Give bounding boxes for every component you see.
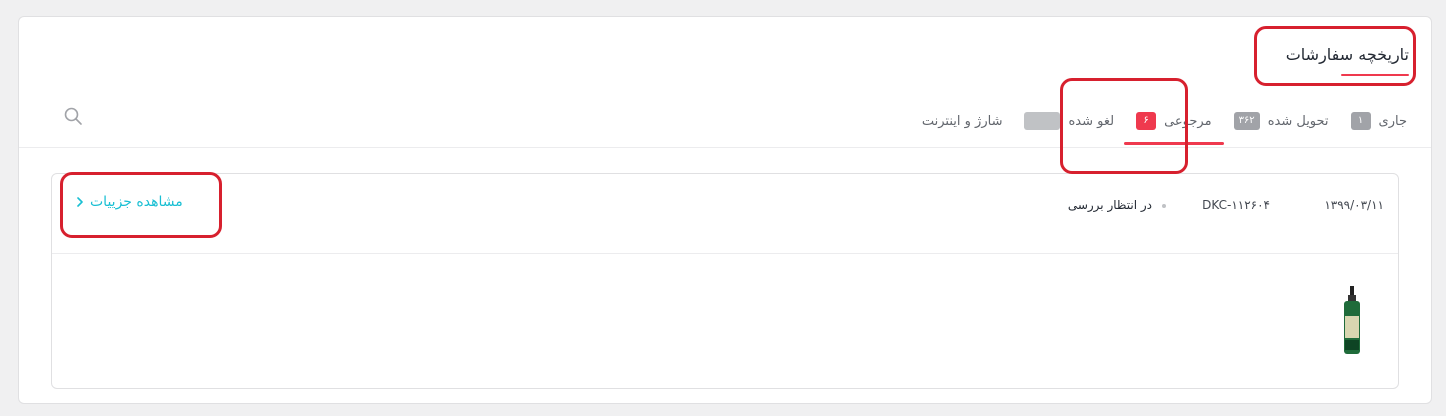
tab-delivered-count-badge: ۳۶۲	[1233, 112, 1260, 130]
tab-returned-count-badge: ۶	[1136, 112, 1157, 130]
order-code: DKC-۱۱۲۶۰۴	[1202, 198, 1270, 212]
tab-charge-internet[interactable]: شارژ و اینترنت	[922, 114, 1003, 129]
title-underline	[1341, 74, 1409, 76]
tab-delivered[interactable]: تحویل شده ۳۶۲	[1233, 112, 1329, 130]
product-bottle-image[interactable]	[1340, 286, 1364, 356]
active-tab-indicator	[1124, 142, 1224, 145]
order-date: ۱۳۹۹/۰۳/۱۱	[1324, 198, 1384, 212]
tab-canceled-label: لغو شده	[1068, 113, 1115, 129]
order-status-tabs: جاری ۱ تحویل شده ۳۶۲ مرجوعی ۶ لغو شده شا…	[922, 101, 1407, 145]
tab-current-label: جاری	[1378, 113, 1407, 129]
tabs-divider	[19, 147, 1431, 148]
chevron-left-icon	[77, 197, 83, 207]
page-title: تاریخچه سفارشات	[1285, 45, 1409, 64]
view-details-label: مشاهده جزییات	[90, 194, 183, 210]
tab-returned[interactable]: مرجوعی ۶	[1124, 112, 1224, 145]
tab-current[interactable]: جاری ۱	[1350, 112, 1407, 130]
search-icon[interactable]	[63, 106, 83, 126]
order-card: ۱۳۹۹/۰۳/۱۱ DKC-۱۱۲۶۰۴ در انتظار بررسی مش…	[51, 173, 1399, 389]
tab-current-count-badge: ۱	[1350, 112, 1371, 130]
order-history-panel: تاریخچه سفارشات جاری ۱ تحویل شده ۳۶۲ مرج…	[18, 16, 1432, 404]
tab-delivered-label: تحویل شده	[1267, 113, 1329, 129]
view-details-link[interactable]: مشاهده جزییات	[76, 194, 183, 210]
tab-charge-internet-label: شارژ و اینترنت	[921, 113, 1003, 129]
tab-canceled-count-badge	[1024, 112, 1061, 130]
order-card-header: ۱۳۹۹/۰۳/۱۱ DKC-۱۱۲۶۰۴ در انتظار بررسی مش…	[52, 174, 1398, 254]
order-status: در انتظار بررسی	[1067, 198, 1152, 212]
tab-returned-label: مرجوعی	[1164, 113, 1212, 129]
tab-canceled[interactable]: لغو شده	[1024, 112, 1114, 130]
separator-dot	[1162, 204, 1166, 208]
